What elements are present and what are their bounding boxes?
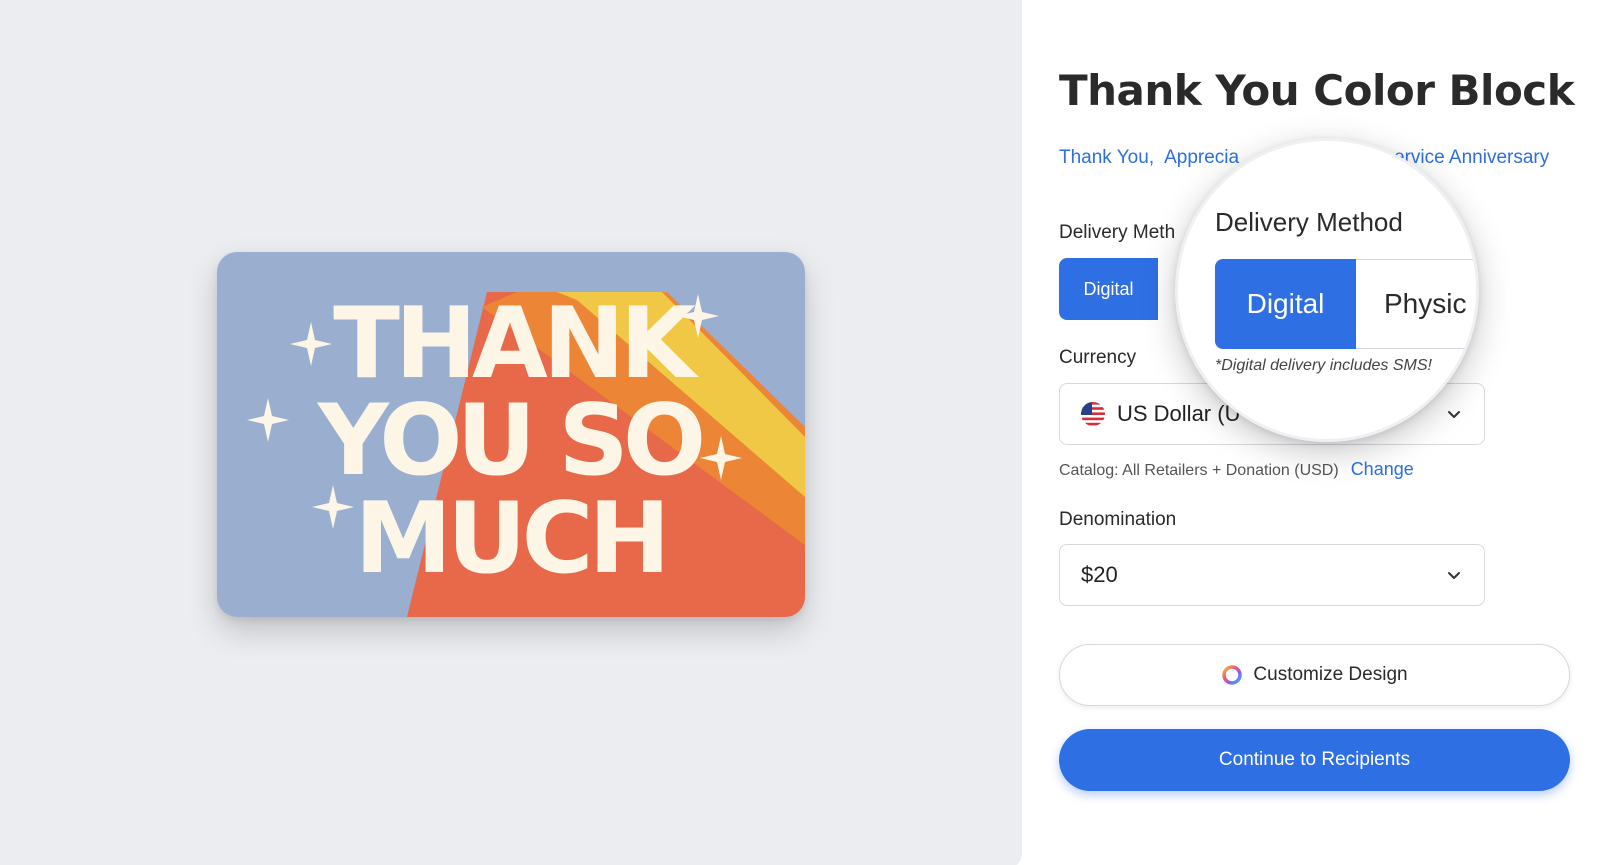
color-ring-icon [1222,665,1243,685]
card-preview-pane: THANK YOU SO MUCH [0,0,1022,865]
continue-to-recipients-button[interactable]: Continue to Recipients [1059,729,1570,791]
catalog-text: Catalog: All Retailers + Donation (USD) [1059,462,1339,479]
delivery-method-label: Delivery Meth [1059,222,1176,243]
magnifier-delivery-title: Delivery Method [1215,207,1403,237]
delivery-method-magnifier: Delivery Method Digital Physic *Digital … [1175,138,1479,442]
denomination-label: Denomination [1059,509,1177,530]
continue-label: Continue to Recipients [1218,749,1411,770]
tag-thank-you[interactable]: Thank You [1059,147,1149,168]
magnifier-delivery-toggle: Digital Physic [1215,259,1476,349]
tag-separator: , [1148,147,1155,168]
page-title: Thank You Color Block [1059,66,1575,115]
chevron-down-icon [1448,572,1460,579]
magnifier-physical-option[interactable]: Physic [1356,259,1476,349]
denomination-select[interactable]: $20 [1059,544,1485,606]
gift-card-artwork: THANK YOU SO MUCH [217,252,805,617]
delivery-digital-button[interactable]: Digital [1059,258,1158,320]
customize-design-label: Customize Design [1253,664,1408,685]
digital-delivery-note: *Digital delivery includes SMS! [1215,357,1432,374]
card-text: THANK YOU SO MUCH [317,287,708,596]
change-catalog-link[interactable]: Change [1351,459,1414,479]
currency-label: Currency [1059,347,1137,368]
catalog-info: Catalog: All Retailers + Donation (USD) C… [1059,459,1414,480]
denomination-value: $20 [1081,562,1118,587]
magnifier-digital-option[interactable]: Digital [1215,259,1356,349]
gift-card-image: THANK YOU SO MUCH [217,252,805,617]
us-flag-icon [1081,402,1105,426]
card-line-2: YOU SO [317,384,702,498]
card-line-3: MUCH [354,482,665,596]
customize-design-button[interactable]: Customize Design [1059,644,1570,706]
